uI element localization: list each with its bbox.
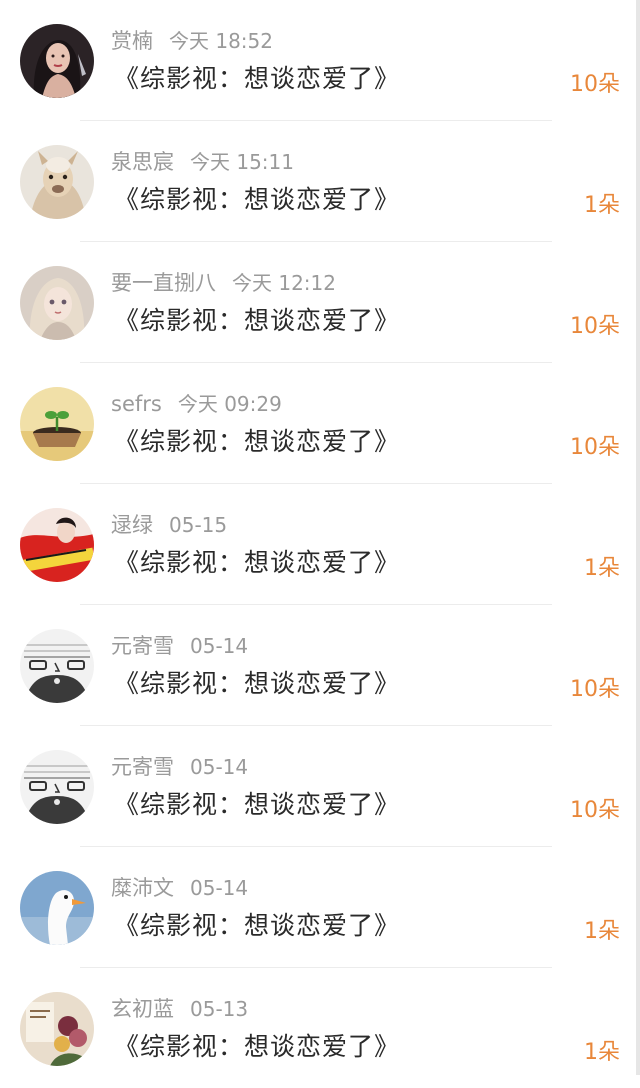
- book-title[interactable]: 《综影视：想谈恋爱了》: [114, 1027, 400, 1063]
- item-meta: 要一直捌八 今天 12:12: [111, 267, 336, 297]
- timestamp: 05-14: [190, 634, 249, 658]
- user-name[interactable]: 要一直捌八: [111, 271, 216, 295]
- timestamp: 今天 18:52: [169, 29, 273, 53]
- timestamp: 05-13: [190, 997, 249, 1021]
- flower-count: 1朵: [584, 919, 620, 944]
- flower-count: 1朵: [584, 193, 620, 218]
- list-item[interactable]: 赏楠 今天 18:52 《综影视：想谈恋爱了》 10朵: [0, 0, 640, 120]
- list-item[interactable]: 泉思宸 今天 15:11 《综影视：想谈恋爱了》 1朵: [0, 120, 640, 241]
- user-name[interactable]: 元寄雪: [111, 755, 174, 779]
- timestamp: 今天 15:11: [190, 150, 294, 174]
- user-name[interactable]: sefrs: [111, 392, 162, 416]
- divider: [80, 604, 552, 605]
- book-title[interactable]: 《综影视：想谈恋爱了》: [114, 906, 400, 942]
- flower-count: 10朵: [570, 677, 620, 702]
- flower-count: 1朵: [584, 1040, 620, 1065]
- flower-count: 10朵: [570, 72, 620, 97]
- book-title[interactable]: 《综影视：想谈恋爱了》: [114, 543, 400, 579]
- item-meta: 玄初蓝 05-13: [111, 993, 248, 1023]
- list-item[interactable]: sefrs 今天 09:29 《综影视：想谈恋爱了》 10朵: [0, 362, 640, 483]
- user-name[interactable]: 玄初蓝: [111, 997, 174, 1021]
- avatar-flowers-card-icon[interactable]: [20, 992, 94, 1066]
- item-meta: 元寄雪 05-14: [111, 751, 248, 781]
- timestamp: 05-15: [169, 513, 228, 537]
- item-meta: 糜沛文 05-14: [111, 872, 248, 902]
- flower-count: 10朵: [570, 435, 620, 460]
- divider: [80, 483, 552, 484]
- list-item[interactable]: 元寄雪 05-14 《综影视：想谈恋爱了》 10朵: [0, 725, 640, 846]
- item-meta: 逯绿 05-15: [111, 509, 227, 539]
- book-title[interactable]: 《综影视：想谈恋爱了》: [114, 664, 400, 700]
- user-name[interactable]: 泉思宸: [111, 150, 174, 174]
- list-item[interactable]: 糜沛文 05-14 《综影视：想谈恋爱了》 1朵: [0, 846, 640, 967]
- book-title[interactable]: 《综影视：想谈恋爱了》: [114, 301, 400, 337]
- book-title[interactable]: 《综影视：想谈恋爱了》: [114, 785, 400, 821]
- flower-count: 1朵: [584, 556, 620, 581]
- timestamp: 05-14: [190, 755, 249, 779]
- right-edge-border: [636, 0, 640, 1075]
- item-meta: 泉思宸 今天 15:11: [111, 146, 294, 176]
- book-title[interactable]: 《综影视：想谈恋爱了》: [114, 59, 400, 95]
- divider: [80, 120, 552, 121]
- user-name[interactable]: 赏楠: [111, 29, 153, 53]
- book-title[interactable]: 《综影视：想谈恋爱了》: [114, 422, 400, 458]
- divider: [80, 241, 552, 242]
- divider: [80, 725, 552, 726]
- item-meta: sefrs 今天 09:29: [111, 388, 282, 417]
- divider: [80, 967, 552, 968]
- avatar-anime-girl-icon[interactable]: [20, 266, 94, 340]
- divider: [80, 362, 552, 363]
- list-item[interactable]: 元寄雪 05-14 《综影视：想谈恋爱了》 10朵: [0, 604, 640, 725]
- user-name[interactable]: 糜沛文: [111, 876, 174, 900]
- list-item[interactable]: 逯绿 05-15 《综影视：想谈恋爱了》 1朵: [0, 483, 640, 604]
- avatar-sketch-face-icon[interactable]: [20, 750, 94, 824]
- timestamp: 今天 09:29: [177, 392, 282, 416]
- item-meta: 元寄雪 05-14: [111, 630, 248, 660]
- avatar-woman-dark-hair-icon[interactable]: [20, 24, 94, 98]
- list-item[interactable]: 玄初蓝 05-13 《综影视：想谈恋爱了》 1朵: [0, 967, 640, 1088]
- book-title[interactable]: 《综影视：想谈恋爱了》: [114, 180, 400, 216]
- item-meta: 赏楠 今天 18:52: [111, 25, 273, 55]
- avatar-goose-icon[interactable]: [20, 871, 94, 945]
- user-name[interactable]: 逯绿: [111, 513, 153, 537]
- avatar-sprout-pot-icon[interactable]: [20, 387, 94, 461]
- timestamp: 05-14: [190, 876, 249, 900]
- user-name[interactable]: 元寄雪: [111, 634, 174, 658]
- flower-count: 10朵: [570, 314, 620, 339]
- flower-count: 10朵: [570, 798, 620, 823]
- avatar-red-dress-woman-icon[interactable]: [20, 508, 94, 582]
- list-item[interactable]: 要一直捌八 今天 12:12 《综影视：想谈恋爱了》 10朵: [0, 241, 640, 362]
- timestamp: 今天 12:12: [232, 271, 336, 295]
- avatar-alpaca-icon[interactable]: [20, 145, 94, 219]
- divider: [80, 846, 552, 847]
- avatar-sketch-face-icon[interactable]: [20, 629, 94, 703]
